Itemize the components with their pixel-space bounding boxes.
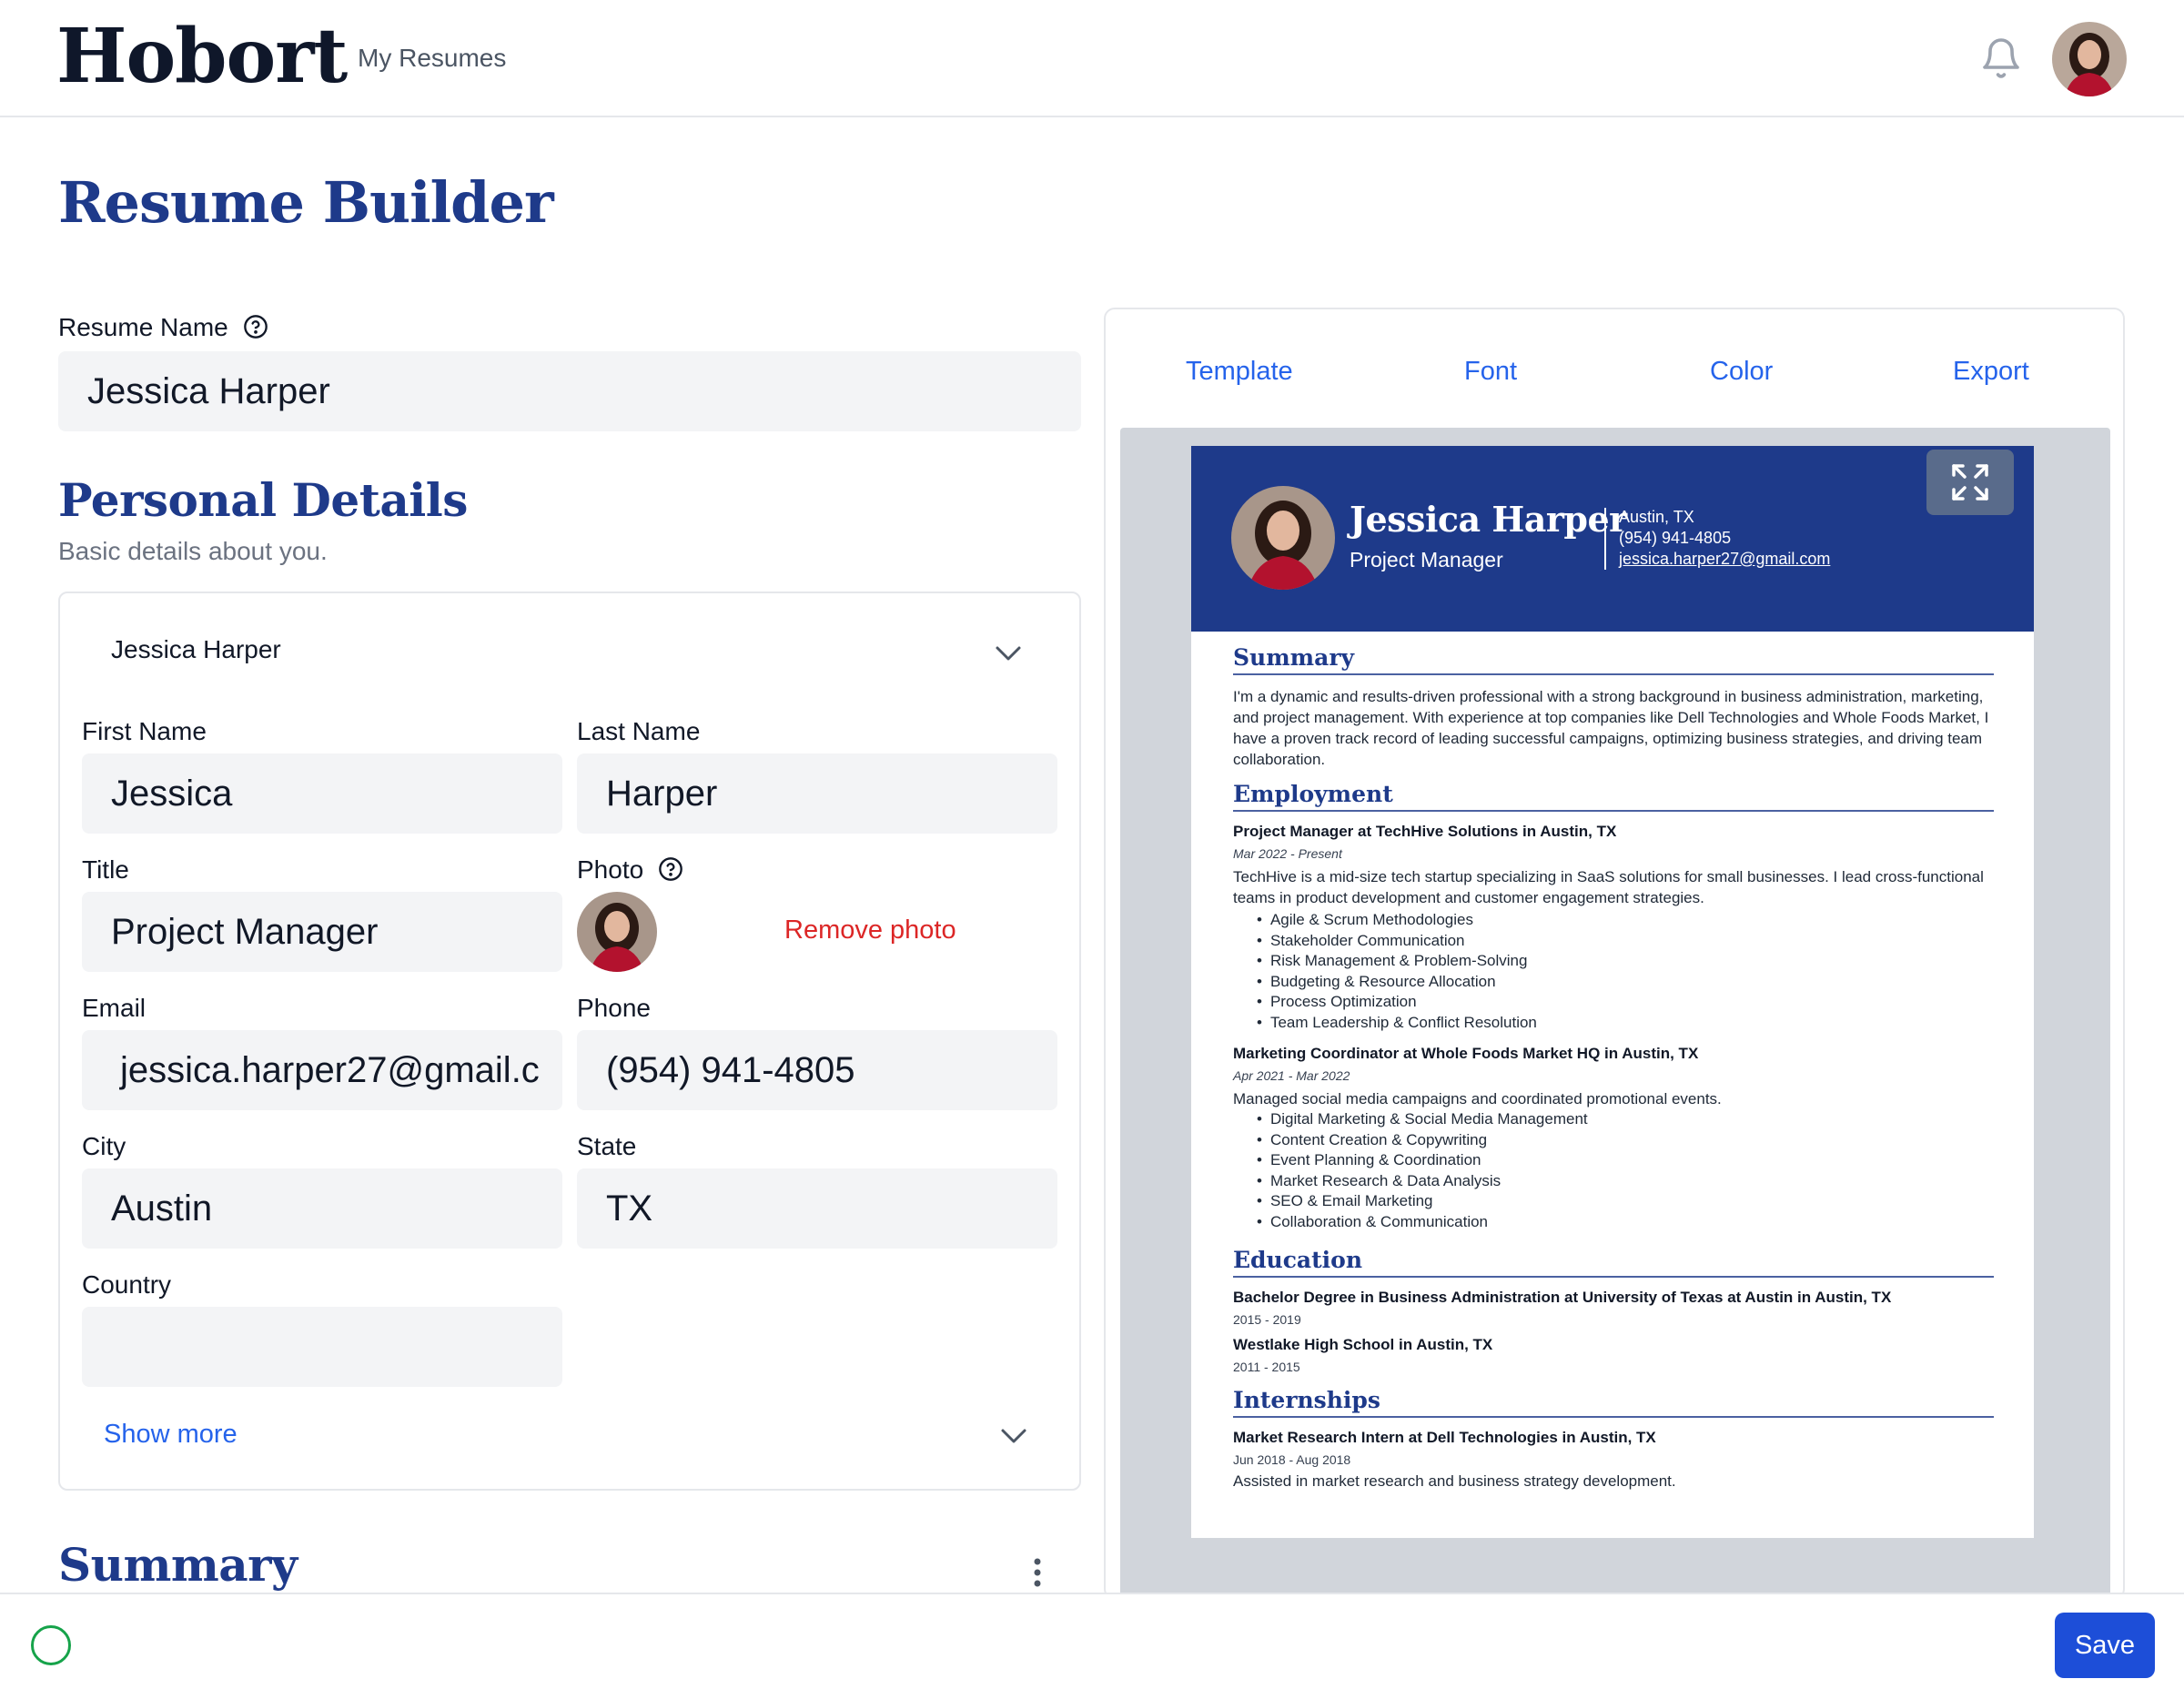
section-rule: [1233, 1276, 1994, 1278]
resume-location: Austin, TX: [1619, 508, 1694, 526]
personal-details-heading: Personal Details: [58, 473, 468, 527]
job-title: Marketing Coordinator at Whole Foods Mar…: [1233, 1045, 1699, 1062]
section-rule: [1233, 673, 1994, 675]
chevron-down-icon[interactable]: [992, 642, 1025, 664]
tab-export[interactable]: Export: [1953, 357, 2029, 387]
title-input[interactable]: Project Manager: [82, 892, 562, 972]
resume-sheet: Jessica Harper Project Manager Austin, T…: [1191, 446, 2034, 1538]
resume-education-heading: Education: [1233, 1247, 1363, 1273]
tab-color[interactable]: Color: [1710, 357, 1773, 387]
list-item: Collaboration & Communication: [1257, 1212, 1588, 1233]
job-dates: Apr 2021 - Mar 2022: [1233, 1068, 1350, 1083]
summary-section-heading: Summary: [58, 1538, 298, 1592]
internship-dates: Jun 2018 - Aug 2018: [1233, 1452, 1351, 1467]
photo-label-text: Photo: [577, 855, 644, 884]
last-name-input[interactable]: Harper: [577, 753, 1057, 834]
job-description: Managed social media campaigns and coord…: [1233, 1090, 1722, 1107]
resume-name-input[interactable]: Jessica Harper: [58, 351, 1081, 431]
resume-summary-text: I'm a dynamic and results-driven profess…: [1233, 688, 1989, 768]
list-item: Agile & Scrum Methodologies: [1257, 910, 1537, 931]
help-icon[interactable]: [243, 314, 268, 339]
country-label: Country: [82, 1270, 172, 1299]
save-status-indicator: [31, 1625, 71, 1665]
title-label: Title: [82, 855, 129, 884]
profile-photo-thumbnail[interactable]: [577, 892, 657, 972]
list-item: Risk Management & Problem-Solving: [1257, 951, 1537, 972]
resume-name-label-text: Resume Name: [58, 313, 228, 341]
bell-icon[interactable]: [1979, 35, 2023, 82]
bottom-action-bar: Save: [0, 1593, 2184, 1689]
education-dates: 2015 - 2019: [1233, 1312, 1301, 1327]
list-item: SEO & Email Marketing: [1257, 1191, 1588, 1212]
remove-photo-link[interactable]: Remove photo: [784, 915, 956, 946]
expand-preview-button[interactable]: [1926, 450, 2014, 515]
resume-job-title: Project Manager: [1350, 548, 1503, 571]
help-icon[interactable]: [658, 856, 683, 882]
more-options-icon[interactable]: [1032, 1556, 1043, 1589]
page-title: Resume Builder: [58, 169, 554, 236]
list-item: Digital Marketing & Social Media Managem…: [1257, 1109, 1588, 1130]
resume-internships-heading: Internships: [1233, 1387, 1380, 1413]
list-item: Stakeholder Communication: [1257, 931, 1537, 952]
resume-preview-panel: Template Font Color Export Jessica Harpe…: [1104, 308, 2125, 1600]
nav-my-resumes-link[interactable]: My Resumes: [358, 44, 506, 73]
photo-label: Photo: [577, 855, 683, 885]
resume-email: jessica.harper27@gmail.com: [1619, 550, 1831, 568]
state-label: State: [577, 1132, 637, 1160]
page: Hobort My Resumes Resume Builder Resume …: [0, 0, 2184, 1689]
resume-name: Jessica Harper: [1350, 499, 1627, 540]
list-item: Event Planning & Coordination: [1257, 1150, 1588, 1171]
country-input[interactable]: [82, 1307, 562, 1387]
email-input[interactable]: jessica.harper27@gmail.c: [82, 1030, 562, 1110]
app-logo[interactable]: Hobort: [56, 13, 348, 100]
list-item: Market Research & Data Analysis: [1257, 1171, 1588, 1192]
state-input[interactable]: TX: [577, 1168, 1057, 1249]
list-item: Process Optimization: [1257, 992, 1537, 1013]
list-item: Budgeting & Resource Allocation: [1257, 972, 1537, 993]
section-rule: [1233, 810, 1994, 812]
internship-description: Assisted in market research and business…: [1233, 1472, 1676, 1490]
first-name-label: First Name: [82, 717, 207, 745]
personal-details-subtitle: Basic details about you.: [58, 537, 328, 565]
header-divider: [1604, 508, 1606, 570]
city-label: City: [82, 1132, 126, 1160]
tab-font[interactable]: Font: [1464, 357, 1517, 387]
job-skills-list: Agile & Scrum Methodologies Stakeholder …: [1257, 910, 1537, 1034]
chevron-down-icon[interactable]: [997, 1425, 1030, 1447]
resume-header: Jessica Harper Project Manager Austin, T…: [1191, 446, 2034, 632]
phone-label: Phone: [577, 994, 651, 1022]
show-more-link[interactable]: Show more: [104, 1420, 238, 1450]
resume-phone: (954) 941-4805: [1619, 529, 1732, 547]
job-skills-list: Digital Marketing & Social Media Managem…: [1257, 1109, 1588, 1233]
job-description: TechHive is a mid-size tech startup spec…: [1233, 868, 1984, 906]
job-title: Project Manager at TechHive Solutions in…: [1233, 823, 1617, 840]
user-avatar[interactable]: [2052, 22, 2127, 96]
education-title: Westlake High School in Austin, TX: [1233, 1336, 1493, 1353]
resume-photo: [1231, 486, 1335, 590]
resume-name-label: Resume Name: [58, 313, 268, 342]
resume-employment-heading: Employment: [1233, 781, 1393, 807]
resume-summary-heading: Summary: [1233, 644, 1355, 671]
city-input[interactable]: Austin: [82, 1168, 562, 1249]
education-dates: 2011 - 2015: [1233, 1360, 1300, 1374]
phone-input[interactable]: (954) 941-4805: [577, 1030, 1057, 1110]
job-dates: Mar 2022 - Present: [1233, 846, 1342, 861]
list-item: Content Creation & Copywriting: [1257, 1130, 1588, 1151]
save-button[interactable]: Save: [2055, 1613, 2155, 1678]
section-rule: [1233, 1416, 1994, 1418]
personal-details-card-header[interactable]: Jessica Harper: [111, 635, 281, 664]
education-title: Bachelor Degree in Business Administrati…: [1233, 1289, 1892, 1306]
first-name-input[interactable]: Jessica: [82, 753, 562, 834]
internship-title: Market Research Intern at Dell Technolog…: [1233, 1429, 1656, 1446]
tab-template[interactable]: Template: [1186, 357, 1293, 387]
top-navigation-bar: Hobort My Resumes: [0, 0, 2184, 117]
preview-canvas: Jessica Harper Project Manager Austin, T…: [1120, 428, 2110, 1598]
list-item: Team Leadership & Conflict Resolution: [1257, 1013, 1537, 1034]
last-name-label: Last Name: [577, 717, 701, 745]
email-label: Email: [82, 994, 147, 1022]
